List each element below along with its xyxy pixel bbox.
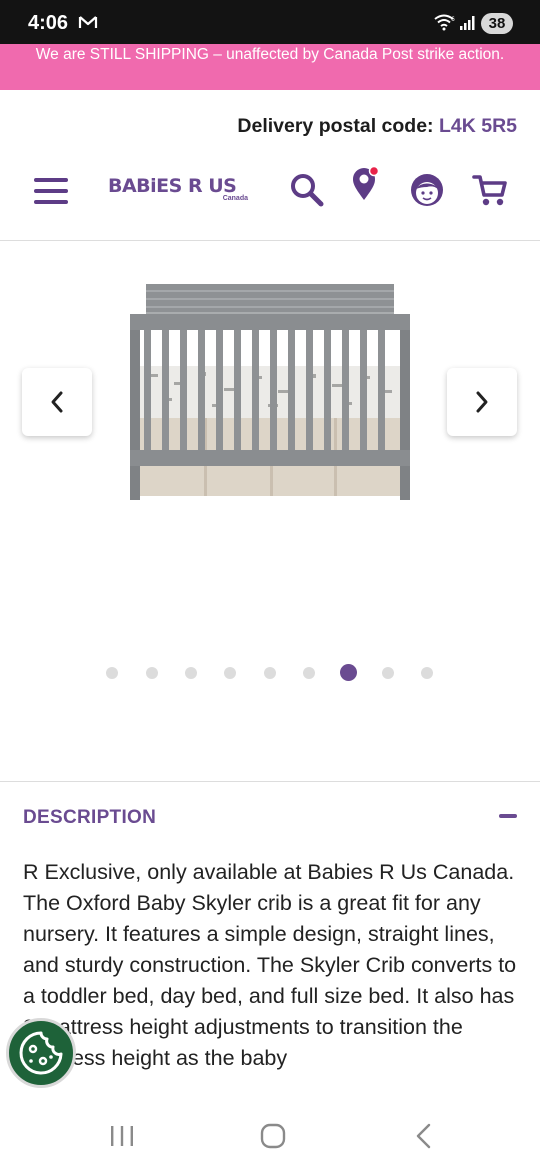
- wifi-icon: 6: [434, 14, 456, 36]
- recents-button[interactable]: [109, 1125, 135, 1152]
- signal-icon: [459, 15, 477, 36]
- collapse-icon[interactable]: [499, 814, 517, 818]
- cookie-icon: [19, 1031, 63, 1075]
- header-divider: [0, 240, 540, 241]
- home-icon: [260, 1123, 286, 1149]
- gmail-icon: [78, 14, 98, 35]
- chevron-left-icon: [51, 391, 63, 413]
- carousel-dot[interactable]: [185, 667, 197, 679]
- description-divider: [0, 781, 540, 782]
- carousel-dot[interactable]: [106, 667, 118, 679]
- battery-icon: 38: [481, 13, 513, 34]
- carousel-dots: [0, 664, 540, 682]
- carousel-dot[interactable]: [264, 667, 276, 679]
- account-icon[interactable]: [409, 172, 445, 213]
- svg-text:6: 6: [451, 16, 455, 23]
- status-time: 4:06: [28, 12, 69, 34]
- status-bar: 4:06 6 38: [0, 0, 540, 44]
- location-pin-icon[interactable]: [351, 165, 381, 207]
- logo-text: BABiES R US: [108, 175, 237, 197]
- search-icon[interactable]: [290, 173, 324, 212]
- product-image[interactable]: [128, 284, 412, 500]
- carousel-dot-active[interactable]: [340, 664, 357, 681]
- babies-r-us-logo[interactable]: BABiES R US Canada: [108, 171, 250, 207]
- menu-icon[interactable]: [34, 178, 68, 204]
- back-icon: [416, 1123, 431, 1149]
- carousel-dot[interactable]: [421, 667, 433, 679]
- carousel-dot[interactable]: [224, 667, 236, 679]
- delivery-postal-code[interactable]: Delivery postal code: L4K 5R5: [237, 115, 517, 138]
- description-text: R Exclusive, only available at Babies R …: [23, 860, 517, 1070]
- carousel-dot[interactable]: [303, 667, 315, 679]
- delivery-label: Delivery postal code:: [237, 115, 434, 137]
- promo-banner: We are STILL SHIPPING – unaffected by Ca…: [0, 44, 540, 90]
- recents-icon: [111, 1126, 133, 1146]
- postal-code-link[interactable]: L4K 5R5: [439, 115, 517, 137]
- carousel-dot[interactable]: [146, 667, 158, 679]
- previous-image-button[interactable]: [22, 368, 92, 436]
- chevron-right-icon: [476, 391, 488, 413]
- next-image-button[interactable]: [447, 368, 517, 436]
- home-button[interactable]: [260, 1123, 286, 1154]
- product-page: 4:06 6 38 We are STILL SHIPPING – unaffe…: [0, 0, 540, 1170]
- cookie-settings-button[interactable]: [6, 1018, 76, 1088]
- back-button[interactable]: [414, 1123, 434, 1154]
- cart-icon[interactable]: [472, 174, 508, 213]
- description-heading[interactable]: DESCRIPTION: [23, 807, 156, 829]
- logo-subtext: Canada: [222, 195, 248, 202]
- carousel-dot[interactable]: [382, 667, 394, 679]
